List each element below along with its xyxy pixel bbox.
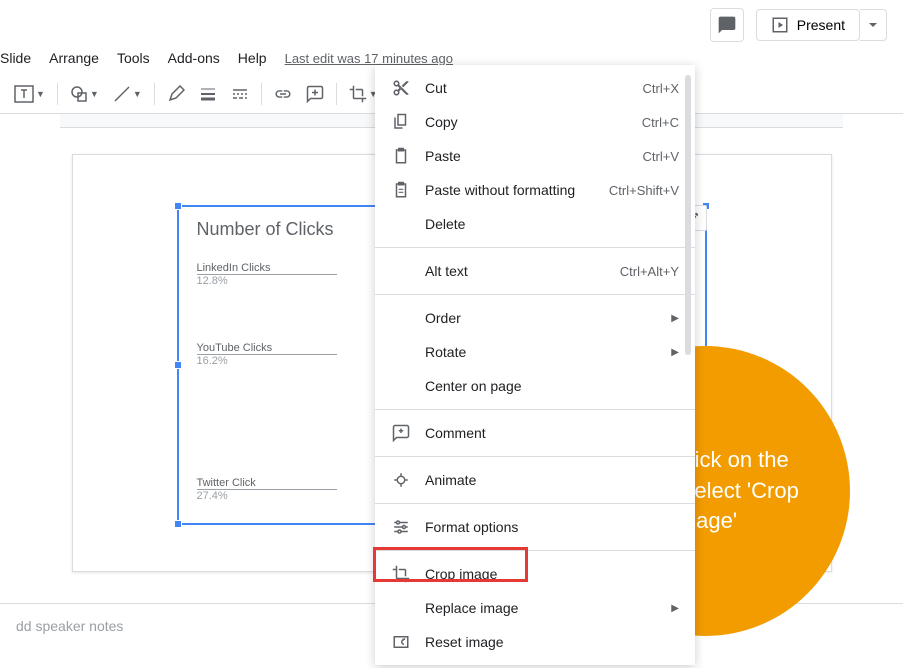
ctx-label: Comment <box>425 425 679 441</box>
chevron-right-icon: ▶ <box>671 603 679 614</box>
ctx-comment[interactable]: Comment <box>375 416 695 450</box>
ctx-label: Delete <box>425 216 679 232</box>
context-menu-separator <box>375 503 695 504</box>
ctx-label: Reset image <box>425 634 679 650</box>
ctx-label: Center on page <box>425 378 679 394</box>
context-menu-separator <box>375 456 695 457</box>
pen-icon <box>167 85 185 103</box>
last-edit-link[interactable]: Last edit was 17 minutes ago <box>285 51 453 66</box>
comment-add-icon <box>306 85 324 103</box>
link-icon <box>274 85 292 103</box>
copy-icon <box>391 112 411 132</box>
ctx-alt-text[interactable]: Alt textCtrl+Alt+Y <box>375 254 695 288</box>
context-menu-separator <box>375 247 695 248</box>
ctx-label: Order <box>425 310 671 326</box>
play-box-icon <box>771 16 789 34</box>
border-dash-tool[interactable] <box>225 79 255 109</box>
blank-icon <box>391 376 411 396</box>
ctx-paste-without-formatting[interactable]: Paste without formattingCtrl+Shift+V <box>375 173 695 207</box>
ctx-label: Alt text <box>425 263 620 279</box>
open-comments-button[interactable] <box>710 8 744 42</box>
ctx-order[interactable]: Order▶ <box>375 301 695 335</box>
legend-value: 27.4% <box>197 489 337 502</box>
blank-icon <box>391 598 411 618</box>
annotation-highlight-box <box>373 547 528 582</box>
crop-icon <box>349 85 367 103</box>
blank-icon <box>391 342 411 362</box>
ctx-format-options[interactable]: Format options <box>375 510 695 544</box>
ctx-label: Format options <box>425 519 679 535</box>
ctx-shortcut: Ctrl+Alt+Y <box>620 264 679 279</box>
ctx-shortcut: Ctrl+V <box>643 149 679 164</box>
ctx-label: Paste without formatting <box>425 182 609 198</box>
ctx-label: Cut <box>425 80 643 96</box>
ctx-paste[interactable]: PasteCtrl+V <box>375 139 695 173</box>
ctx-center-on-page[interactable]: Center on page <box>375 369 695 403</box>
present-button[interactable]: Present <box>756 9 860 41</box>
shape-tool[interactable]: ▼ <box>64 79 105 109</box>
textbox-tool[interactable]: ▼ <box>8 79 51 109</box>
line-icon <box>113 85 131 103</box>
context-menu-separator <box>375 409 695 410</box>
ctx-shortcut: Ctrl+C <box>642 115 679 130</box>
scrollbar-thumb[interactable] <box>685 75 691 355</box>
ctx-rotate[interactable]: Rotate▶ <box>375 335 695 369</box>
scissors-icon <box>391 78 411 98</box>
ctx-label: Animate <box>425 472 679 488</box>
ctx-shortcut: Ctrl+Shift+V <box>609 183 679 198</box>
ctx-replace-image[interactable]: Replace image▶ <box>375 591 695 625</box>
blank-icon <box>391 308 411 328</box>
comment-icon <box>717 15 737 35</box>
line-tool[interactable]: ▼ <box>107 79 148 109</box>
ctx-copy[interactable]: CopyCtrl+C <box>375 105 695 139</box>
ctx-reset-image[interactable]: Reset image <box>375 625 695 659</box>
ctx-label: Paste <box>425 148 643 164</box>
link-tool[interactable] <box>268 79 298 109</box>
ctx-delete[interactable]: Delete <box>375 207 695 241</box>
ctx-shortcut: Ctrl+X <box>643 81 679 96</box>
legend-value: 16.2% <box>197 354 337 367</box>
speaker-notes-placeholder: dd speaker notes <box>16 618 123 634</box>
legend-value: 12.8% <box>197 274 337 287</box>
chevron-right-icon: ▶ <box>671 347 679 358</box>
shape-icon <box>70 85 88 103</box>
ctx-label: Rotate <box>425 344 671 360</box>
menu-help[interactable]: Help <box>238 48 267 68</box>
present-dropdown[interactable] <box>860 9 887 41</box>
ctx-animate[interactable]: Animate <box>375 463 695 497</box>
chevron-down-icon <box>868 20 878 30</box>
border-color-tool[interactable] <box>161 79 191 109</box>
menu-addons[interactable]: Add-ons <box>168 48 220 68</box>
ctx-label: Copy <box>425 114 642 130</box>
menu-slide[interactable]: Slide <box>0 48 31 68</box>
menu-tools[interactable]: Tools <box>117 48 150 68</box>
tune-icon <box>391 517 411 537</box>
blank-icon <box>391 261 411 281</box>
ctx-label: Replace image <box>425 600 671 616</box>
motion-icon <box>391 470 411 490</box>
border-weight-tool[interactable] <box>193 79 223 109</box>
blank-icon <box>391 214 411 234</box>
weight-icon <box>199 85 217 103</box>
reset-image-icon <box>391 632 411 652</box>
textbox-icon <box>14 85 34 103</box>
ctx-cut[interactable]: CutCtrl+X <box>375 71 695 105</box>
clipboard-icon <box>391 146 411 166</box>
context-menu-separator <box>375 294 695 295</box>
comment-add-icon <box>391 423 411 443</box>
dash-icon <box>231 85 249 103</box>
clipboard-plain-icon <box>391 180 411 200</box>
chevron-right-icon: ▶ <box>671 313 679 324</box>
comment-tool[interactable] <box>300 79 330 109</box>
present-label: Present <box>797 17 845 33</box>
menu-arrange[interactable]: Arrange <box>49 48 99 68</box>
